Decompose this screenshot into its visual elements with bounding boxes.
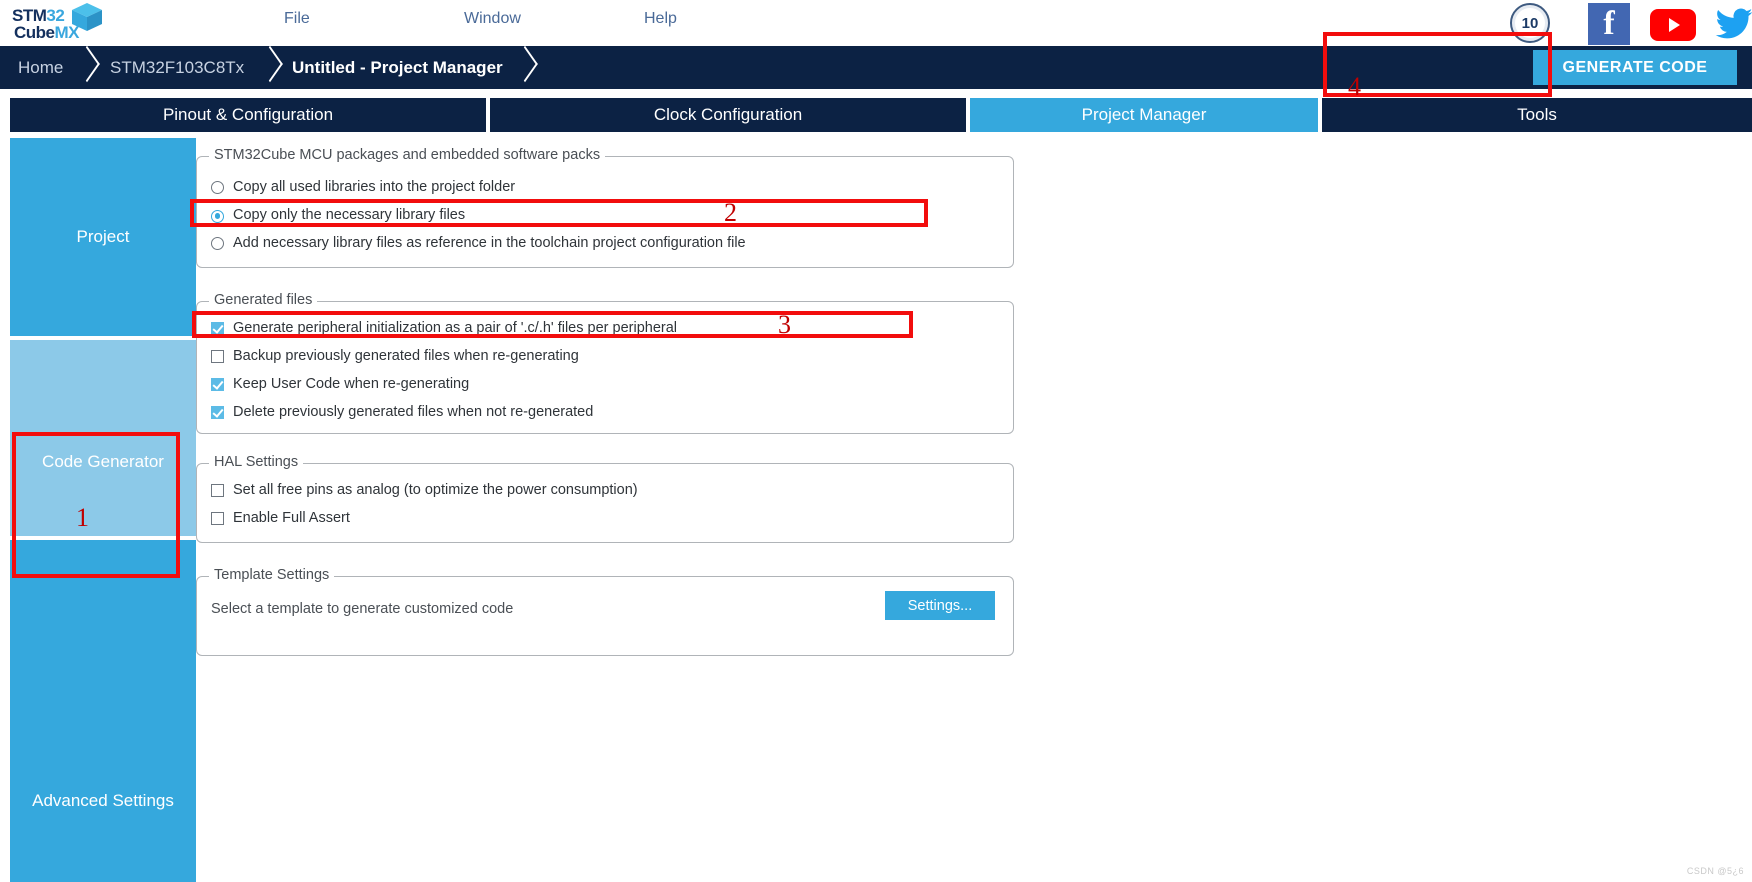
stm32cubemx-logo: STM32 CubeMX [12, 2, 112, 46]
twitter-icon[interactable] [1712, 4, 1752, 44]
radio-copy-necessary-library-files[interactable]: Copy only the necessary library files [211, 207, 466, 225]
checkbox-icon [211, 349, 224, 363]
checkbox-icon-checked [211, 405, 224, 419]
breadcrumb-item-mcu[interactable]: STM32F103C8Tx [110, 46, 244, 89]
generate-code-button[interactable]: GENERATE CODE [1533, 50, 1737, 85]
sidebar-item-project[interactable]: Project [10, 138, 196, 336]
breadcrumb: Home STM32F103C8Tx Untitled - Project Ma… [0, 46, 1752, 89]
checkbox-set-free-pins-analog[interactable]: Set all free pins as analog (to optimize… [211, 482, 638, 498]
sidebar-item-code-generator[interactable]: Code Generator [10, 340, 196, 536]
sidebar-item-label: Advanced Settings [32, 791, 174, 810]
stm32cubemx-window: STM32 CubeMX File Window Help 10 f Home … [0, 0, 1752, 882]
checkbox-enable-full-assert[interactable]: Enable Full Assert [211, 510, 350, 526]
group-template-settings: Template Settings Select a template to g… [196, 567, 1014, 656]
menu-item-file[interactable]: File [278, 8, 316, 30]
project-manager-sidebar: Project Code Generator Advanced Settings [10, 138, 196, 882]
group-title: Generated files [209, 292, 318, 308]
breadcrumb-item-home[interactable]: Home [18, 46, 63, 89]
checkbox-delete-previously-generated[interactable]: Delete previously generated files when n… [211, 404, 593, 420]
menu-bar: STM32 CubeMX File Window Help 10 f [0, 0, 1752, 46]
group-hal-settings: HAL Settings Set all free pins as analog… [196, 454, 1014, 543]
checkbox-backup-previously-generated[interactable]: Backup previously generated files when r… [211, 348, 579, 364]
checkbox-icon [211, 483, 224, 497]
option-label: Copy all used libraries into the project… [233, 179, 516, 195]
radio-icon-selected [211, 209, 224, 223]
radio-icon [211, 180, 224, 194]
breadcrumb-item-current[interactable]: Untitled - Project Manager [292, 46, 503, 89]
radio-icon [211, 236, 224, 250]
sidebar-item-label: Code Generator [42, 452, 164, 471]
checkbox-icon [211, 511, 224, 525]
option-label: Generate peripheral initialization as a … [233, 320, 677, 336]
group-title: Template Settings [209, 567, 335, 583]
anniversary-10-badge-icon[interactable]: 10 [1510, 3, 1550, 43]
option-label: Keep User Code when re-generating [233, 376, 470, 392]
csdn-watermark: CSDN @5¿6 [1686, 866, 1744, 876]
tab-pinout-configuration[interactable]: Pinout & Configuration [10, 98, 488, 132]
menu-item-help[interactable]: Help [638, 8, 683, 30]
group-title: STM32Cube MCU packages and embedded soft… [209, 147, 606, 163]
tab-project-manager[interactable]: Project Manager [970, 98, 1320, 132]
checkbox-icon-checked [211, 321, 224, 335]
facebook-icon[interactable]: f [1588, 3, 1630, 45]
tab-tools[interactable]: Tools [1322, 98, 1752, 132]
sidebar-item-label: Project [76, 227, 130, 246]
sidebar-item-advanced-settings[interactable]: Advanced Settings [10, 540, 196, 882]
option-label: Add necessary library files as reference… [233, 235, 746, 251]
main-tab-bar: Pinout & Configuration Clock Configurati… [0, 96, 1752, 132]
group-mcu-packages: STM32Cube MCU packages and embedded soft… [196, 147, 1014, 268]
cube-icon [72, 3, 102, 31]
template-description: Select a template to generate customized… [211, 601, 514, 617]
option-label: Copy only the necessary library files [233, 207, 466, 225]
option-label: Delete previously generated files when n… [233, 404, 594, 420]
group-generated-files: Generated files Generate peripheral init… [196, 292, 1014, 434]
option-label: Enable Full Assert [233, 510, 350, 526]
radio-add-library-as-reference[interactable]: Add necessary library files as reference… [211, 235, 746, 251]
menu-item-window[interactable]: Window [458, 8, 527, 30]
code-generator-panel: STM32Cube MCU packages and embedded soft… [196, 138, 1752, 882]
radio-copy-all-libraries[interactable]: Copy all used libraries into the project… [211, 179, 515, 195]
template-settings-button[interactable]: Settings... [885, 591, 995, 620]
breadcrumb-chevron-icon [255, 46, 285, 89]
youtube-play-triangle [1669, 18, 1680, 32]
checkbox-icon-checked [211, 377, 224, 391]
group-title: HAL Settings [209, 454, 304, 470]
breadcrumb-chevron-icon [510, 46, 540, 89]
tab-clock-configuration[interactable]: Clock Configuration [490, 98, 968, 132]
option-label: Backup previously generated files when r… [233, 348, 579, 364]
checkbox-generate-peripheral-init-pairs[interactable]: Generate peripheral initialization as a … [211, 320, 677, 336]
checkbox-keep-user-code[interactable]: Keep User Code when re-generating [211, 376, 469, 392]
option-label: Set all free pins as analog (to optimize… [233, 482, 638, 498]
youtube-icon[interactable] [1650, 9, 1696, 41]
breadcrumb-chevron-icon [72, 46, 102, 89]
